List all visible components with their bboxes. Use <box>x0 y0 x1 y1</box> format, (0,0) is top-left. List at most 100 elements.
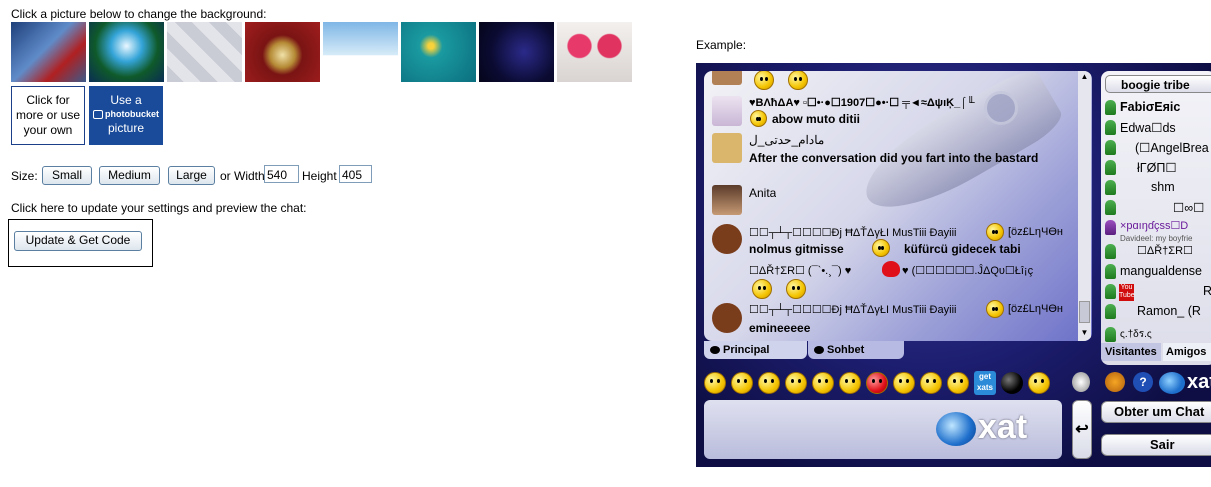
chat-widget: ♥ΒΛħΔΑ♥ ▫☐•·●☐1907☐●•·☐ ╤◄≈ΔψıĶ_⌠╙ abow … <box>696 63 1211 467</box>
friends-icon[interactable] <box>1105 372 1125 392</box>
cool-icon <box>872 239 890 257</box>
angry-icon[interactable] <box>866 372 888 394</box>
xat-logo: xat <box>978 408 1028 446</box>
user-icon <box>1105 140 1116 155</box>
photobucket-logo-text: photobucket <box>105 109 159 119</box>
avatar[interactable] <box>712 133 742 163</box>
tongue-icon <box>752 279 772 299</box>
avatar[interactable] <box>712 224 742 254</box>
xat-logo-small: xat <box>1187 371 1211 393</box>
user-icon <box>1105 244 1116 259</box>
xat-planet-icon <box>936 412 976 446</box>
message-scrollbar[interactable]: ▲ ▼ <box>1078 71 1091 341</box>
user-name[interactable]: ς.†δร.ς <box>1120 327 1152 342</box>
user-icon <box>1105 180 1116 195</box>
user-name[interactable]: (☐AngelBrea <box>1135 140 1209 155</box>
speech-bubble-icon <box>710 346 720 355</box>
avatar[interactable] <box>712 96 742 126</box>
bg-thumb-snowman[interactable] <box>323 22 398 82</box>
sound-icon[interactable] <box>1072 372 1090 392</box>
message-input[interactable]: xat <box>704 400 1062 459</box>
size-medium-button[interactable]: Medium <box>99 166 160 185</box>
thinking-icon[interactable] <box>920 372 942 394</box>
user-name[interactable]: ☐∞☐ <box>1173 200 1204 215</box>
scroll-down-icon[interactable]: ▼ <box>1079 328 1090 338</box>
width-label: or Width <box>220 169 265 183</box>
tongue-icon[interactable] <box>812 372 834 394</box>
user-name[interactable]: Edwa☐ds <box>1120 120 1176 135</box>
confused-icon[interactable] <box>893 372 915 394</box>
height-input[interactable]: 405 <box>339 165 372 183</box>
heart-icon <box>882 261 900 277</box>
smiley-icon <box>986 300 1004 318</box>
user-icon <box>1105 327 1116 342</box>
sad-icon[interactable] <box>947 372 969 394</box>
user-name[interactable]: FabiσΕяic <box>1120 100 1180 114</box>
bg-thumb-superman[interactable] <box>11 22 86 82</box>
user-name[interactable]: shm <box>1151 180 1175 194</box>
message-pane: ♥ΒΛħΔΑ♥ ▫☐•·●☐1907☐●•·☐ ╤◄≈ΔψıĶ_⌠╙ abow … <box>704 71 1092 341</box>
user-list: boogie tribe FabiσΕяic Edwa☐ds (☐AngelBr… <box>1101 71 1211 365</box>
message-text: ☐☐┬┴┬☐☐☐☐Đj ĦΔŤΔγŁI ΜusTiii Đayiii <box>749 304 957 316</box>
message-text: [öz£LηЧӨн <box>1008 226 1063 238</box>
photobucket-button[interactable]: Use a photobucket picture <box>89 86 163 145</box>
bg-thumb-concert[interactable] <box>89 22 164 82</box>
surprised-icon[interactable] <box>785 372 807 394</box>
message-text: abow muto ditii <box>772 112 860 126</box>
custom-background-button[interactable]: Click for more or use your own <box>11 86 85 145</box>
wink-icon[interactable] <box>758 372 780 394</box>
user-icon <box>1105 284 1116 299</box>
message-text: مادام_حدتی_ل <box>749 133 825 147</box>
help-icon[interactable]: ? <box>1133 372 1153 392</box>
user-name[interactable]: ×pɑıŋɗçss☐D <box>1120 219 1188 232</box>
user-icon <box>1105 304 1116 319</box>
background-instruction: Click a picture below to change the back… <box>11 7 267 21</box>
size-small-button[interactable]: Small <box>42 166 92 185</box>
avatar[interactable] <box>712 71 742 85</box>
scroll-thumb[interactable] <box>1079 301 1090 323</box>
cool-icon[interactable] <box>839 372 861 394</box>
bg-thumb-ornament[interactable] <box>245 22 320 82</box>
tab-sohbet[interactable]: Sohbet <box>808 341 904 359</box>
obter-chat-button[interactable]: Obter um Chat <box>1101 401 1211 423</box>
get-xats-icon[interactable]: get xats <box>974 371 996 395</box>
photobucket-logo: photobucket <box>89 107 163 121</box>
user-icon <box>1105 100 1116 115</box>
eight-ball-icon[interactable] <box>1001 372 1023 394</box>
party-icon[interactable] <box>1028 372 1050 394</box>
bg-thumb-fish[interactable] <box>401 22 476 82</box>
tab-visitantes[interactable]: Visitantes <box>1101 343 1161 361</box>
bg-thumb-hearts[interactable] <box>557 22 632 82</box>
tongue-icon <box>786 279 806 299</box>
group-name-button[interactable]: boogie tribe <box>1105 75 1211 93</box>
user-name[interactable]: łΓØΠ☐ <box>1137 160 1177 175</box>
biggrin-icon[interactable] <box>731 372 753 394</box>
update-get-code-button[interactable]: Update & Get Code <box>14 231 142 251</box>
sair-button[interactable]: Sair <box>1101 434 1211 456</box>
bg-thumb-space[interactable] <box>479 22 554 82</box>
send-button[interactable]: ↩ <box>1072 400 1092 459</box>
user-name[interactable]: mangualdense <box>1120 264 1202 278</box>
youtube-icon: You Tube <box>1119 284 1135 301</box>
user-icon <box>1105 120 1116 135</box>
tab-amigos[interactable]: Amigos <box>1163 343 1211 361</box>
message-text: küfürcü gidecek tabi <box>904 242 1021 256</box>
user-name[interactable]: ☐ΔŘ†ΣR☐ <box>1137 244 1193 257</box>
avatar[interactable] <box>712 185 742 215</box>
message-text: ♥ (☐☐☐☐☐☐.ĴΔQυ☐Łî¡ç <box>902 265 1034 277</box>
user-name[interactable]: R <box>1203 284 1211 298</box>
bg-thumb-puzzle[interactable] <box>167 22 242 82</box>
size-large-button[interactable]: Large <box>168 166 215 185</box>
user-status: Davideel: my boyfrie <box>1120 234 1193 243</box>
tab-principal[interactable]: Principal <box>704 341 807 359</box>
speech-bubble-icon <box>814 346 824 355</box>
message-text: [öz£LηЧӨн <box>1008 303 1063 315</box>
user-name[interactable]: Ramon_ (R <box>1137 304 1201 318</box>
message-text: Anita <box>749 186 777 200</box>
width-input[interactable]: 540 <box>264 165 299 183</box>
avatar[interactable] <box>712 303 742 333</box>
message-text: ♥ΒΛħΔΑ♥ ▫☐•·●☐1907☐●•·☐ ╤◄≈ΔψıĶ_⌠╙ <box>749 97 975 109</box>
xat-planet-icon <box>1159 372 1185 394</box>
smile-icon[interactable] <box>704 372 726 394</box>
scroll-up-icon[interactable]: ▲ <box>1079 72 1090 82</box>
